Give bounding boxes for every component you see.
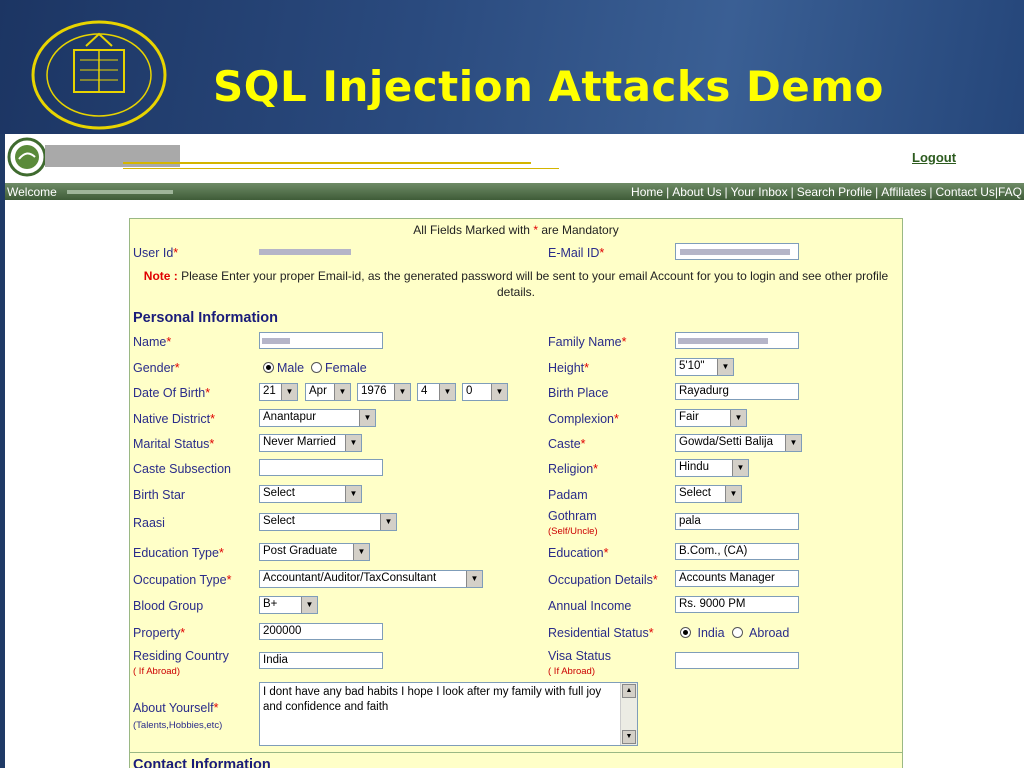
nav-faq[interactable]: FAQ [998,185,1022,199]
welcome-bar: Welcome Home | About Us | Your Inbox | Search … [5,183,1024,200]
raasi-label: Raasi [133,516,165,530]
residential-india-radio[interactable] [680,627,691,638]
caste-subsection-label: Caste Subsection [133,462,231,476]
redacted-user-id [259,249,351,255]
welcome-text: Welcome [7,185,57,199]
nav-about-us[interactable]: About Us [672,185,721,199]
annual-income-label: Annual Income [548,599,632,613]
email-label: E-Mail ID* [548,246,605,260]
birth-star-select[interactable]: Select ▼ [259,485,362,503]
dob-minute-select[interactable]: 0 ▼ [462,383,508,401]
dob-month-select[interactable]: Apr ▼ [305,383,351,401]
residential-abroad-label: Abroad [749,626,790,640]
slide-header: SQL Injection Attacks Demo [0,0,1024,134]
about-scrollbar[interactable]: ▲ ▼ [620,683,637,745]
logo-underline [123,168,559,169]
nav-home[interactable]: Home [631,185,663,199]
gender-radio-group: Male Female [263,361,367,375]
mandatory-note: All Fields Marked with * are Mandatory [413,223,619,237]
dob-hour-select[interactable]: 4 ▼ [417,383,456,401]
residential-india-label: India [697,626,725,640]
slide-title: SQL Injection Attacks Demo [213,62,884,111]
gender-male-label: Male [277,361,305,375]
dob-day-select[interactable]: 21 ▼ [259,383,298,401]
residential-abroad-radio[interactable] [731,627,743,638]
gender-female-label: Female [325,361,367,375]
gothram-label: Gothram (Self/Uncle) [548,509,598,537]
registration-form: All Fields Marked with * are Mandatory U… [129,218,903,768]
padam-select[interactable]: Select ▼ [675,485,742,503]
name-field[interactable] [259,332,383,349]
email-note: Note : Please Enter your proper Email-id… [143,269,889,299]
visa-status-label: Visa Status( If Abroad) [548,649,612,677]
education-field[interactable]: B.Com., (CA) [675,543,799,560]
residential-radio-group: India Abroad [680,626,789,640]
dob-year-select[interactable]: 1976 ▼ [357,383,411,401]
name-label: Name* [133,335,172,349]
site-logo-icon [7,137,47,177]
complexion-select[interactable]: Fair ▼ [675,409,747,427]
residing-country-label: Residing Country( If Abroad) [133,649,229,677]
university-seal-icon [31,20,167,130]
marital-status-label: Marital Status* [133,437,215,451]
contact-info-heading: Contact Information [133,757,271,768]
property-field[interactable]: 200000 [259,623,383,640]
occupation-type-select[interactable]: Accountant/Auditor/TaxConsultant ▼ [259,570,483,588]
nav-your-inbox[interactable]: Your Inbox [731,185,788,199]
birth-place-label: Birth Place [548,386,609,400]
residing-country-field[interactable]: India [259,652,383,669]
gender-female-radio[interactable] [311,362,323,373]
marital-status-select[interactable]: Never Married ▼ [259,434,362,452]
logout-link[interactable]: Logout [912,150,956,165]
complexion-label: Complexion* [548,412,619,426]
top-nav: Home | About Us | Your Inbox | Search Profile |… [631,185,1022,199]
blood-group-label: Blood Group [133,599,204,613]
family-name-field[interactable] [675,332,799,349]
dob-label: Date Of Birth* [133,386,211,400]
native-district-select[interactable]: Anantapur ▼ [259,409,376,427]
personal-info-heading: Personal Information [133,310,279,326]
nav-contact-us[interactable]: Contact Us [936,185,995,199]
email-field[interactable] [675,243,799,260]
nav-search-profile[interactable]: Search Profile [797,185,872,199]
caste-subsection-field[interactable] [259,459,383,476]
caste-select[interactable]: Gowda/Setti Balija ▼ [675,434,802,452]
redacted-username [67,190,173,194]
birth-place-field[interactable]: Rayadurg [675,383,799,400]
raasi-select[interactable]: Select ▼ [259,513,397,531]
height-label: Height* [548,361,590,375]
about-label: About Yourself* (Talents,Hobbies,etc) [133,701,223,731]
padam-label: Padam [548,488,588,502]
web-page: Logout Welcome Home | About Us | Your Inbox |… [5,134,1024,768]
religion-label: Religion* [548,462,599,476]
logo-underline [123,162,531,164]
occupation-type-label: Occupation Type* [133,573,232,587]
section-divider [130,752,902,753]
annual-income-field[interactable]: Rs. 9000 PM [675,596,799,613]
blood-group-select[interactable]: B+ ▼ [259,596,318,614]
property-label: Property* [133,626,186,640]
occupation-details-label: Occupation Details* [548,573,658,587]
religion-select[interactable]: Hindu ▼ [675,459,749,477]
gothram-field[interactable]: pala [675,513,799,530]
user-id-label: User Id* [133,246,179,260]
nav-affiliates[interactable]: Affiliates [881,185,926,199]
occupation-details-field[interactable]: Accounts Manager [675,570,799,587]
residential-status-label: Residential Status* [548,626,654,640]
about-textarea[interactable]: I dont have any bad habits I hope I look… [259,682,638,746]
caste-label: Caste* [548,437,586,451]
education-type-select[interactable]: Post Graduate ▼ [259,543,370,561]
gender-male-radio[interactable] [263,362,274,373]
family-name-label: Family Name* [548,335,627,349]
gender-label: Gender* [133,361,180,375]
birth-star-label: Birth Star [133,488,186,502]
education-label: Education* [548,546,609,560]
height-select[interactable]: 5'10" ▼ [675,358,734,376]
education-type-label: Education Type* [133,546,224,560]
native-district-label: Native District* [133,412,215,426]
visa-status-field[interactable] [675,652,799,669]
